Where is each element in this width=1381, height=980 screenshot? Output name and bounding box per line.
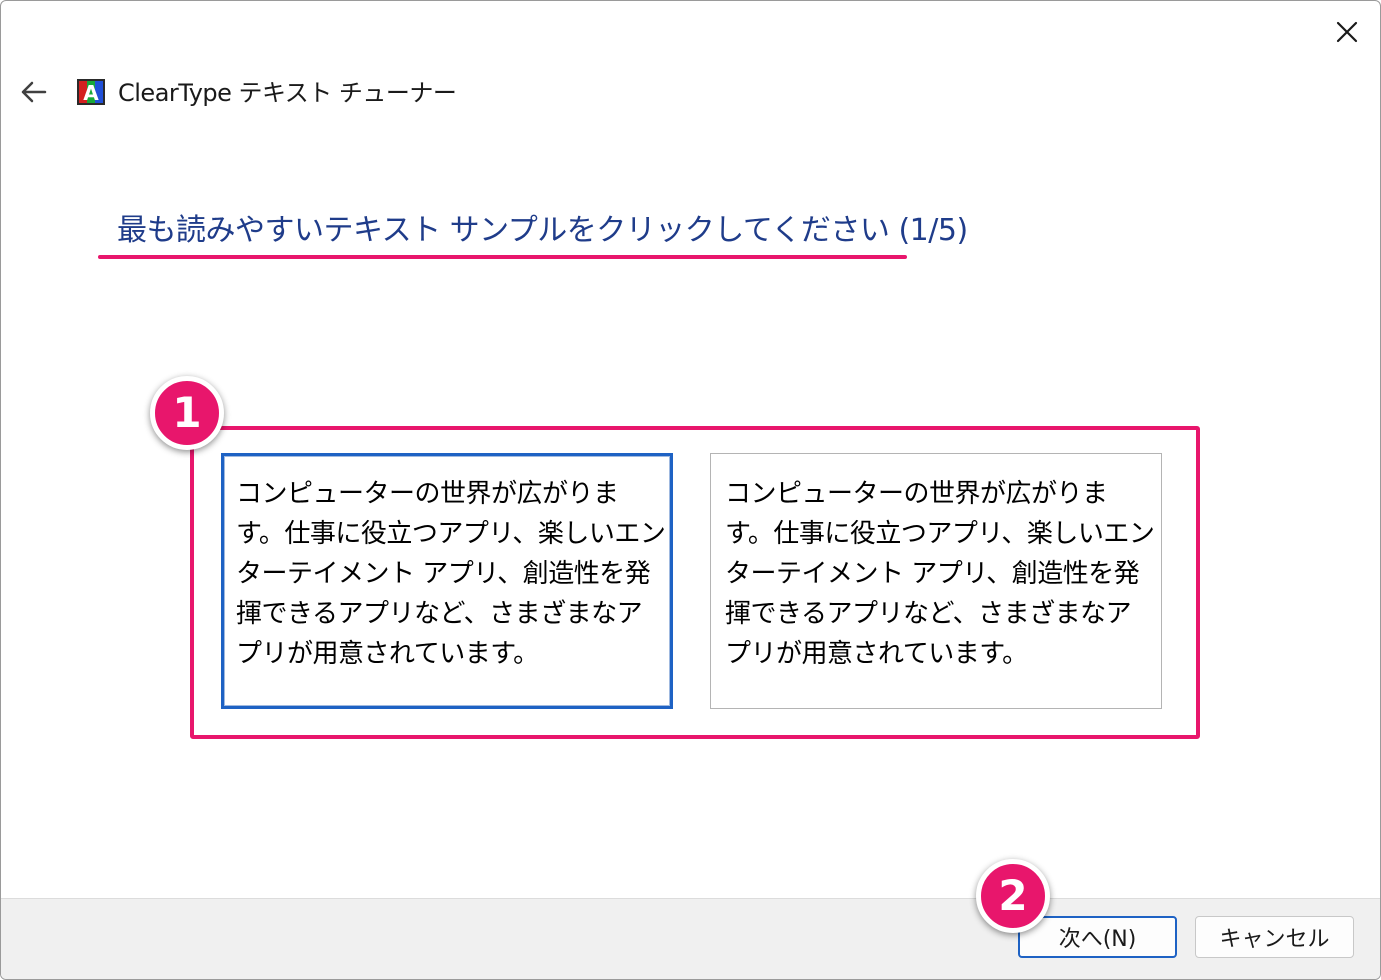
close-icon [1336, 21, 1358, 43]
annotation-underline [98, 255, 907, 259]
window-title: ClearType テキスト チューナー [118, 79, 457, 107]
instruction-heading: 最も読みやすいテキスト サンプルをクリックしてください (1/5) [117, 213, 968, 248]
app-icon-letter: A [83, 81, 99, 105]
back-button[interactable] [11, 71, 55, 113]
callout-badge-1: 1 [150, 376, 224, 450]
cleartype-dialog: A ClearType テキスト チューナー 最も読みやすいテキスト サンプルを… [0, 0, 1381, 980]
cancel-button[interactable]: キャンセル [1195, 916, 1354, 958]
sample-1-text: コンピューターの世界が広がります。仕事に役立つアプリ、楽しいエンターテイメント … [236, 479, 666, 669]
callout-badge-2: 2 [976, 859, 1050, 933]
back-arrow-icon [21, 81, 47, 103]
close-button[interactable] [1319, 7, 1375, 57]
text-sample-2[interactable]: コンピューターの世界が広がります。仕事に役立つアプリ、楽しいエンターテイメント … [710, 453, 1162, 709]
sample-2-text: コンピューターの世界が広がります。仕事に役立つアプリ、楽しいエンターテイメント … [725, 479, 1155, 669]
text-sample-1[interactable]: コンピューターの世界が広がります。仕事に役立つアプリ、楽しいエンターテイメント … [221, 453, 673, 709]
cleartype-icon: A [77, 79, 105, 105]
next-button[interactable]: 次へ(N) [1018, 916, 1177, 958]
